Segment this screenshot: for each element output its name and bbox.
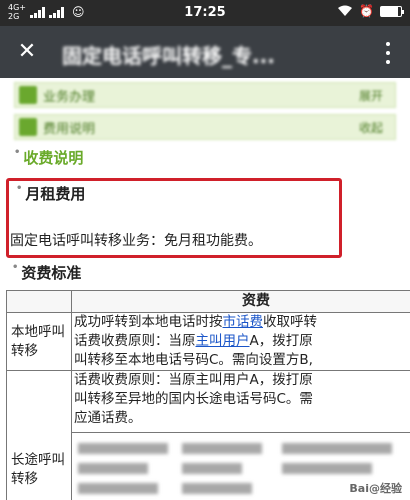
desc-line: 话费收费原则：当原主叫用户A，拨打原 xyxy=(74,372,313,388)
status-bar: 4G+ 2G ☺ 17:25 ⏰ xyxy=(0,0,410,26)
status-right: ⏰ xyxy=(337,4,404,18)
menu-toggle: 收起 xyxy=(358,120,383,135)
page-title: 固定电话呼叫转移_专... xyxy=(62,44,275,68)
table-header-blank xyxy=(7,291,72,313)
more-icon[interactable] xyxy=(380,40,396,66)
desc-line: 叫转移至异地的国内长途电话号码C。需 xyxy=(74,391,313,407)
menu-row-fees[interactable]: 费用说明 收起 xyxy=(14,114,396,140)
text: 话费收费原则：当原 xyxy=(74,333,196,349)
row-desc-local: 成功呼转到本地电话时按市话费收取呼转 话费收费原则：当原主叫用户A，拨打原 叫转… xyxy=(72,313,410,371)
text: 叫转移至本地电话号码C。需向设置方B, xyxy=(74,352,313,368)
menu-row-business[interactable]: 业务办理 展开 xyxy=(14,82,396,108)
desc-line: 话费收费原则：当原主叫用户A，拨打原 xyxy=(74,332,410,351)
row-name-local: 本地呼叫转移 xyxy=(7,313,72,371)
menu-label: 费用说明 xyxy=(43,121,96,137)
watermark: Bai@经验 xyxy=(347,480,404,496)
bullet-icon: • xyxy=(12,262,19,273)
battery-fill xyxy=(381,6,398,16)
local-fee-link[interactable]: 市话费 xyxy=(223,314,264,330)
fee-table: 资费 本地呼叫转移 成功呼转到本地电话时按市话费收取呼转 话费收费原则：当原主叫… xyxy=(6,290,410,500)
battery-icon xyxy=(380,5,404,17)
alarm-icon: ⏰ xyxy=(359,4,374,18)
wifi-icon xyxy=(338,5,353,16)
bullet-icon: • xyxy=(16,183,23,194)
menu-icon xyxy=(19,86,37,104)
text: 收取呼转 xyxy=(263,314,317,330)
standard-section-title: • 资费标准 xyxy=(12,262,81,283)
menu-label: 业务办理 xyxy=(43,89,96,105)
charge-section-title: • 收费说明 xyxy=(14,147,83,168)
desc-line: 应通话费。 xyxy=(74,410,142,426)
row-name-long-distance: 长途呼叫转移 xyxy=(7,371,72,500)
row-desc-long-distance: 话费收费原则：当原主叫用户A，拨打原 叫转移至异地的国内长途电话号码C。需 应通… xyxy=(72,371,410,433)
text: A，拨打原 xyxy=(249,333,313,349)
monthly-fee-text: 固定电话呼叫转移业务：免月租功能费。 xyxy=(10,233,262,249)
standard-title-text: 资费标准 xyxy=(21,264,82,282)
table-header-fee: 资费 xyxy=(72,291,410,313)
charge-title-text: 收费说明 xyxy=(23,149,84,167)
desc-line: 成功呼转到本地电话时按市话费收取呼转 xyxy=(74,313,410,332)
close-icon[interactable]: ✕ xyxy=(14,39,40,65)
bullet-icon: • xyxy=(14,147,21,158)
caller-user-link[interactable]: 主叫用户 xyxy=(196,333,250,349)
title-bar: ✕ 固定电话呼叫转移_专... xyxy=(0,26,410,78)
monthly-fee-title-text: 月租费用 xyxy=(25,185,86,203)
monthly-fee-title: • 月租费用 xyxy=(16,183,85,204)
menu-icon xyxy=(19,118,37,136)
text: 成功呼转到本地电话时按 xyxy=(74,314,223,330)
desc-line: 叫转移至本地电话号码C。需向设置方B, xyxy=(74,351,410,370)
menu-toggle: 展开 xyxy=(358,88,383,103)
